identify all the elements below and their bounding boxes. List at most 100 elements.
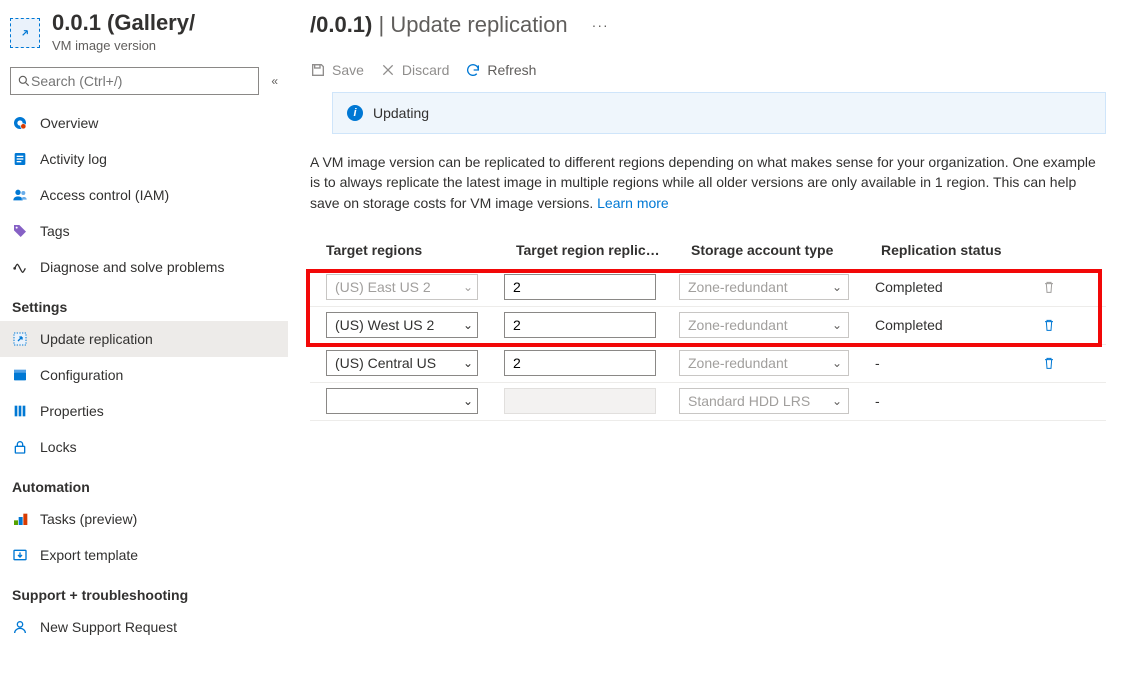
discard-label: Discard	[402, 62, 449, 78]
sidebar-item-tasks[interactable]: Tasks (preview)	[0, 501, 288, 537]
sidebar-item-label: Tasks (preview)	[40, 511, 137, 527]
resource-header: 0.0.1 (Gallery/ VM image version	[0, 4, 288, 61]
sidebar-item-label: New Support Request	[40, 619, 177, 635]
section-settings: Settings	[0, 285, 288, 321]
sidebar-item-update-replication[interactable]: Update replication	[0, 321, 288, 357]
col-target-regions: Target regions	[326, 242, 516, 258]
chevron-down-icon: ⌄	[832, 356, 842, 370]
sidebar-item-properties[interactable]: Properties	[0, 393, 288, 429]
save-label: Save	[332, 62, 364, 78]
storage-type-select[interactable]: Standard HDD LRS ⌄	[679, 388, 849, 414]
replication-icon	[12, 331, 28, 347]
info-icon: i	[347, 105, 363, 121]
chevron-down-icon: ⌄	[832, 318, 842, 332]
status-text: Completed	[869, 317, 1029, 333]
configuration-icon	[12, 367, 28, 383]
search-box[interactable]	[10, 67, 259, 95]
chevron-down-icon: ⌄	[463, 318, 473, 332]
sidebar-item-activity-log[interactable]: Activity log	[0, 141, 288, 177]
resource-subtitle: VM image version	[52, 38, 195, 53]
description: A VM image version can be replicated to …	[310, 152, 1106, 231]
toolbar: Save Discard Refresh	[310, 38, 1106, 92]
region-select[interactable]: (US) West US 2 ⌄	[326, 312, 478, 338]
refresh-icon	[465, 62, 481, 78]
save-button[interactable]: Save	[310, 62, 364, 78]
sidebar-item-access-control[interactable]: Access control (IAM)	[0, 177, 288, 213]
sidebar-item-label: Export template	[40, 547, 138, 563]
title-separator: |	[372, 12, 390, 37]
save-icon	[310, 62, 326, 78]
col-replication-status: Replication status	[881, 242, 1041, 258]
sidebar-item-label: Update replication	[40, 331, 153, 347]
sidebar-item-diagnose[interactable]: Diagnose and solve problems	[0, 249, 288, 285]
storage-value: Standard HDD LRS	[688, 393, 810, 409]
search-input[interactable]	[31, 73, 252, 89]
learn-more-link[interactable]: Learn more	[597, 195, 669, 211]
replication-table: Target regions Target region replic… Sto…	[310, 231, 1106, 421]
sidebar-item-overview[interactable]: Overview	[0, 105, 288, 141]
refresh-label: Refresh	[487, 62, 536, 78]
tasks-icon	[12, 511, 28, 527]
section-support: Support + troubleshooting	[0, 573, 288, 609]
chevron-down-icon: ⌄	[463, 394, 473, 408]
trash-icon	[1041, 317, 1057, 333]
sidebar-item-label: Locks	[40, 439, 77, 455]
chevron-down-icon: ⌄	[832, 394, 842, 408]
replica-count-input[interactable]	[504, 350, 656, 376]
sidebar-search-row: «	[0, 61, 288, 105]
storage-type-select[interactable]: Zone-redundant ⌄	[679, 312, 849, 338]
properties-icon	[12, 403, 28, 419]
status-text: -	[869, 355, 1029, 371]
sidebar-item-label: Tags	[40, 223, 70, 239]
sidebar-item-new-support-request[interactable]: New Support Request	[0, 609, 288, 645]
sidebar-item-label: Access control (IAM)	[40, 187, 169, 203]
updating-banner: i Updating	[332, 92, 1106, 134]
storage-type-select[interactable]: Zone-redundant ⌄	[679, 350, 849, 376]
sidebar-item-tags[interactable]: Tags	[0, 213, 288, 249]
table-header: Target regions Target region replic… Sto…	[310, 231, 1106, 269]
status-text: Completed	[869, 279, 1029, 295]
region-value: (US) West US 2	[335, 317, 434, 333]
sidebar-item-export-template[interactable]: Export template	[0, 537, 288, 573]
replica-count-input[interactable]	[504, 312, 656, 338]
lock-icon	[12, 439, 28, 455]
delete-row-button[interactable]	[1029, 355, 1069, 371]
storage-value: Zone-redundant	[688, 279, 788, 295]
sidebar-item-label: Activity log	[40, 151, 107, 167]
page-header: /0.0.1) | Update replication ···	[310, 0, 1106, 38]
description-text: A VM image version can be replicated to …	[310, 154, 1096, 211]
replica-count-input[interactable]	[504, 274, 656, 300]
sidebar-item-configuration[interactable]: Configuration	[0, 357, 288, 393]
region-value: (US) East US 2	[335, 279, 431, 295]
sidebar: 0.0.1 (Gallery/ VM image version « Overv…	[0, 0, 288, 697]
discard-icon	[380, 62, 396, 78]
delete-row-button	[1029, 279, 1069, 295]
region-select[interactable]: ⌄	[326, 388, 478, 414]
discard-button[interactable]: Discard	[380, 62, 449, 78]
trash-icon	[1041, 279, 1057, 295]
storage-value: Zone-redundant	[688, 355, 788, 371]
sidebar-item-label: Properties	[40, 403, 104, 419]
storage-value: Zone-redundant	[688, 317, 788, 333]
overview-icon	[12, 115, 28, 131]
image-version-icon	[10, 18, 40, 48]
collapse-sidebar-button[interactable]: «	[267, 70, 278, 92]
sidebar-item-label: Configuration	[40, 367, 123, 383]
table-row: ⌄ Standard HDD LRS ⌄ -	[310, 383, 1106, 421]
sidebar-item-label: Diagnose and solve problems	[40, 259, 224, 275]
region-select: (US) East US 2 ⌄	[326, 274, 478, 300]
more-button[interactable]: ···	[574, 17, 609, 33]
table-row: (US) West US 2 ⌄ Zone-redundant ⌄ Comple…	[310, 307, 1106, 345]
tag-icon	[12, 223, 28, 239]
support-icon	[12, 619, 28, 635]
delete-row-button[interactable]	[1029, 317, 1069, 333]
page-title: /0.0.1) | Update replication	[310, 12, 568, 38]
export-icon	[12, 547, 28, 563]
region-select[interactable]: (US) Central US ⌄	[326, 350, 478, 376]
resource-title: 0.0.1 (Gallery/	[52, 10, 195, 36]
sidebar-item-locks[interactable]: Locks	[0, 429, 288, 465]
region-value: (US) Central US	[335, 355, 436, 371]
refresh-button[interactable]: Refresh	[465, 62, 536, 78]
storage-type-select[interactable]: Zone-redundant ⌄	[679, 274, 849, 300]
chevron-down-icon: ⌄	[832, 280, 842, 294]
